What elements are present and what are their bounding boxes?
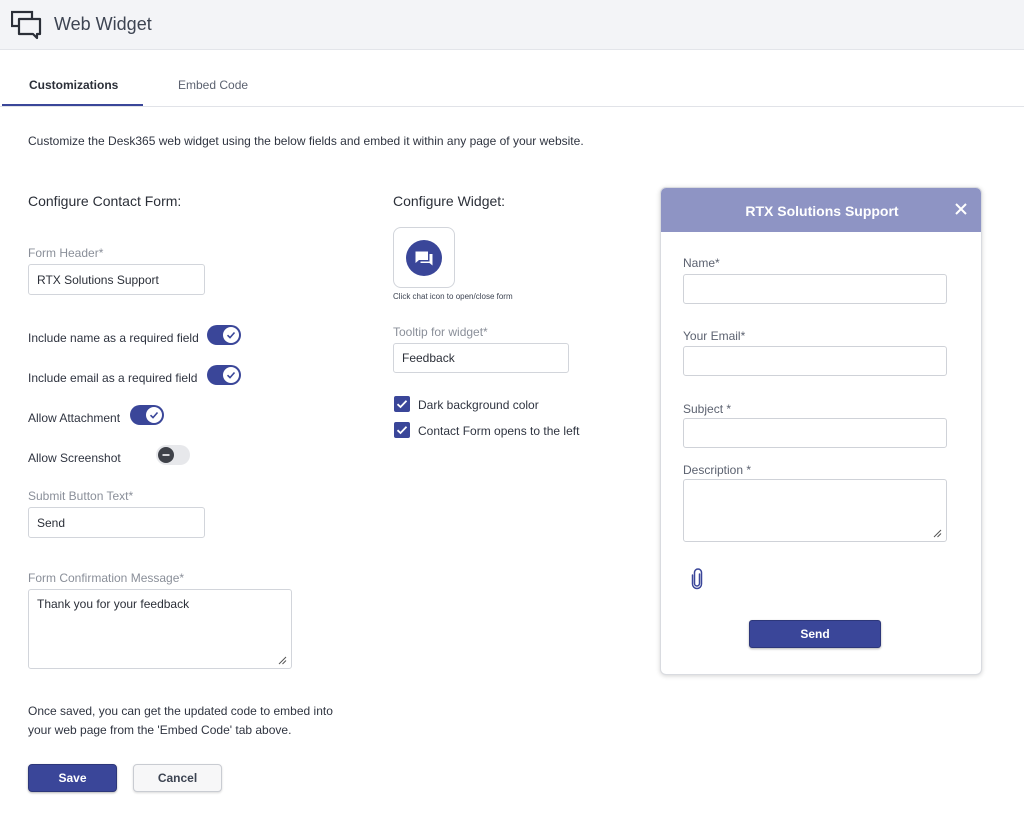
check-icon [226,371,236,379]
allow-attachment-toggle[interactable] [130,405,164,425]
confirmation-message-label: Form Confirmation Message* [28,571,185,585]
widget-section-title: Configure Widget: [393,193,506,209]
chat-icon [415,251,433,266]
email-required-toggle[interactable] [207,365,241,385]
check-icon [396,426,408,435]
submit-button-text-label: Submit Button Text* [28,489,134,503]
tooltip-label: Tooltip for widget* [393,325,488,339]
tab-embed-code[interactable]: Embed Code [178,78,248,92]
toggle-knob [223,327,239,343]
toggle-knob [223,367,239,383]
tab-customizations[interactable]: Customizations [29,78,118,92]
preview-subject-input[interactable] [683,418,947,448]
check-icon [396,400,408,409]
cancel-button[interactable]: Cancel [133,764,222,792]
toggle-label: Include email as a required field [28,371,198,385]
preview-subject-label: Subject * [683,402,732,416]
check-icon [226,331,236,339]
tooltip-input[interactable] [393,343,569,373]
preview-title: RTX Solutions Support [745,203,899,219]
dark-background-checkbox[interactable] [394,396,410,412]
intro-text: Customize the Desk365 web widget using t… [28,134,584,148]
app-title: Web Widget [54,14,152,34]
toggle-label: Allow Attachment [28,411,121,425]
checkbox-label: Dark background color [418,398,539,412]
preview-name-input[interactable] [683,274,947,304]
minus-icon [162,454,170,456]
preview-header: RTX Solutions Support [661,188,981,232]
embed-note: Once saved, you can get the updated code… [28,704,333,737]
resize-handle-icon[interactable] [278,656,287,665]
preview-name-label: Name* [683,256,720,270]
save-button[interactable]: Save [28,764,117,792]
checkbox-label: Contact Form opens to the left [418,424,580,438]
allow-screenshot-toggle[interactable] [156,445,190,465]
form-header-input[interactable] [28,264,205,295]
chat-icon-circle [406,240,442,276]
close-icon[interactable] [953,201,969,217]
paperclip-icon[interactable] [689,568,705,590]
contact-form-section-title: Configure Contact Form: [28,193,182,209]
preview-description-textarea[interactable] [683,479,947,542]
chat-widget-button[interactable] [393,227,455,288]
confirmation-message-text: Thank you for your feedback [37,597,190,611]
top-bar: Web Widget [0,0,1024,50]
preview-email-input[interactable] [683,346,947,376]
preview-send-button[interactable]: Send [749,620,881,648]
chat-icon-caption: Click chat icon to open/close form [393,292,513,301]
resize-handle-icon[interactable] [933,529,942,538]
tab-bar: Customizations Embed Code [0,50,1024,107]
preview-email-label: Your Email* [683,329,746,343]
submit-button-text-input[interactable] [28,507,205,538]
form-header-label: Form Header* [28,246,104,260]
check-icon [149,411,159,419]
name-required-toggle[interactable] [207,325,241,345]
toggle-label: Include name as a required field [28,331,199,345]
chat-bubbles-icon [11,10,42,40]
opens-left-checkbox[interactable] [394,422,410,438]
toggle-knob [146,407,162,423]
confirmation-message-textarea[interactable]: Thank you for your feedback [28,589,292,669]
preview-description-label: Description * [683,463,752,477]
toggle-label: Allow Screenshot [28,451,121,465]
toggle-knob [158,447,174,463]
active-tab-indicator [2,104,143,106]
widget-preview: RTX Solutions Support Name* Your Email* … [660,187,982,675]
